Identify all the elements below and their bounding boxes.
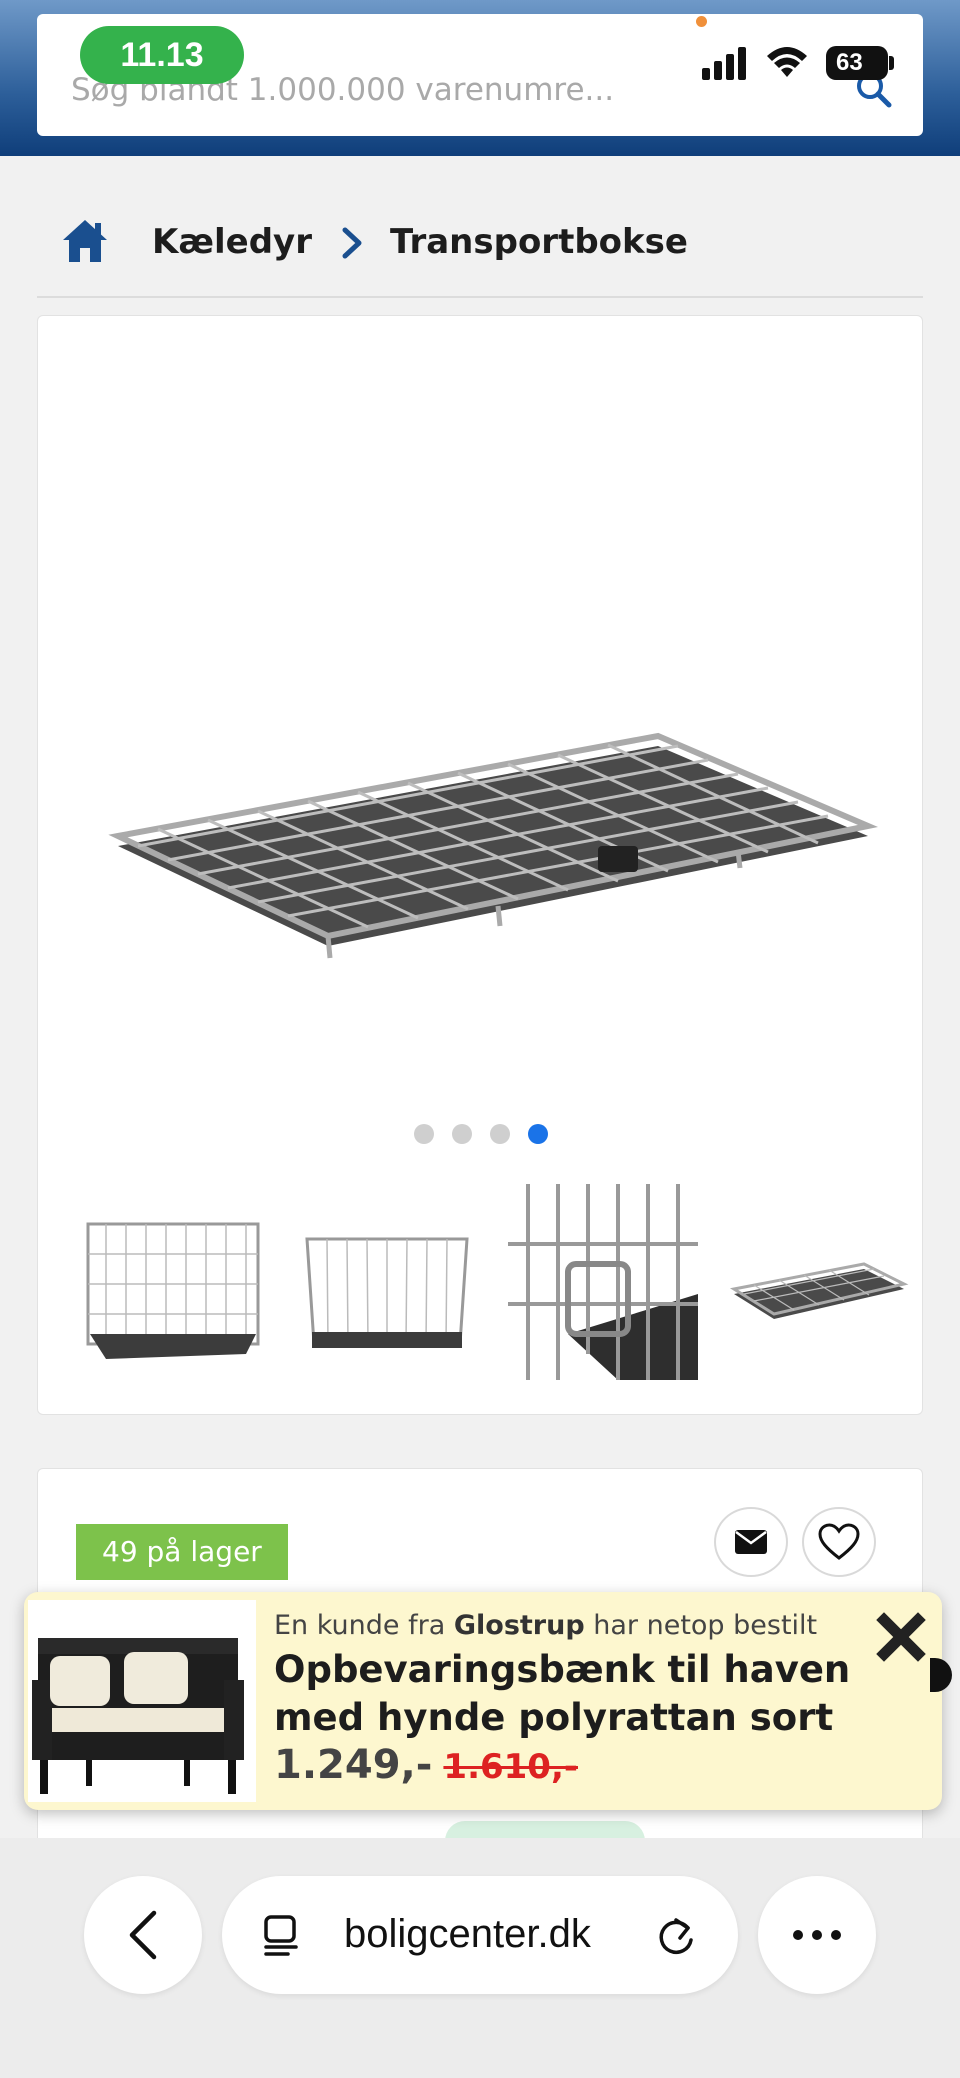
wifi-icon [767, 47, 807, 77]
reload-icon[interactable] [654, 1914, 698, 1958]
product-main-image[interactable] [98, 546, 878, 966]
recent-order-notification[interactable]: En kunde fra Glostrup har netop bestilt … [24, 1592, 942, 1810]
more-options-button[interactable] [758, 1876, 876, 1994]
chevron-right-icon [342, 227, 362, 259]
edge-tab-icon[interactable] [930, 1658, 952, 1692]
thumbnail-3[interactable] [508, 1184, 698, 1380]
notification-old-price: 1.610,- [443, 1747, 578, 1787]
notification-price-row: 1.249,- 1.610,- [274, 1742, 578, 1788]
carousel-dot-3[interactable] [490, 1124, 510, 1144]
address-bar[interactable]: boligcenter.dk [222, 1876, 738, 1994]
home-icon[interactable] [61, 218, 109, 264]
url-text: boligcenter.dk [344, 1912, 591, 1956]
status-time: 11.13 [80, 26, 244, 84]
notification-subtitle: En kunde fra Glostrup har netop bestilt [274, 1610, 818, 1641]
heart-icon [818, 1523, 860, 1560]
notification-price: 1.249,- [274, 1742, 433, 1788]
breadcrumb-item-kaeledyr[interactable]: Kæledyr [152, 222, 312, 262]
carousel-dot-4[interactable] [528, 1124, 548, 1144]
product-gallery [37, 315, 923, 1415]
battery-tip [889, 56, 894, 70]
breadcrumb-item-transportbokse[interactable]: Transportbokse [390, 222, 688, 262]
privacy-indicator-icon [696, 16, 707, 27]
close-icon[interactable] [874, 1610, 928, 1664]
battery-icon: 63 [826, 46, 888, 80]
notification-product-title[interactable]: Opbevaringsbænk til haven med hynde poly… [274, 1646, 914, 1742]
carousel-dot-1[interactable] [414, 1124, 434, 1144]
chevron-left-icon [129, 1910, 157, 1960]
cellular-signal-icon [702, 47, 746, 80]
ellipsis-icon [793, 1930, 841, 1940]
breadcrumb: Kæledyr Transportbokse [37, 200, 923, 298]
thumbnail-4[interactable] [724, 1184, 914, 1380]
thumbnail-2[interactable] [292, 1184, 482, 1380]
carousel-dot-2[interactable] [452, 1124, 472, 1144]
envelope-icon [735, 1530, 767, 1554]
browser-toolbar: boligcenter.dk [0, 1838, 960, 2078]
wishlist-button[interactable] [802, 1507, 876, 1577]
thumbnail-1[interactable] [76, 1184, 266, 1380]
back-button[interactable] [84, 1876, 202, 1994]
email-button[interactable] [714, 1507, 788, 1577]
carousel-dots [38, 1124, 924, 1150]
notification-product-image [28, 1600, 256, 1802]
stock-badge: 49 på lager [76, 1524, 288, 1580]
page-menu-icon[interactable] [260, 1914, 302, 1956]
